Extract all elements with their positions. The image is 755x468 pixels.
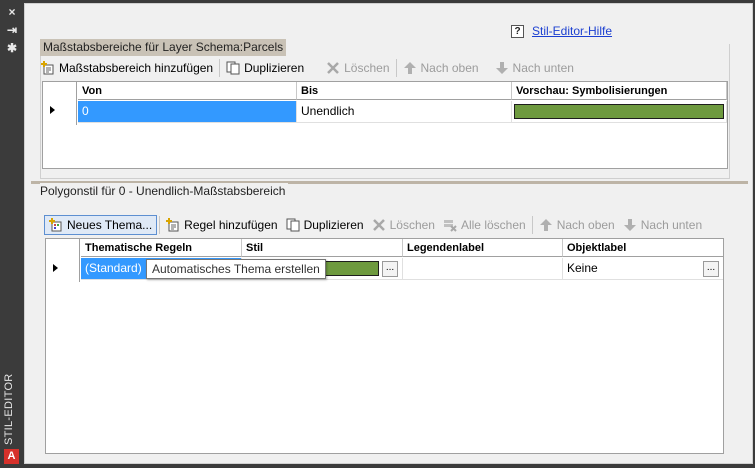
scale-to-cell[interactable]: Unendlich <box>297 101 512 123</box>
column-header-rules[interactable]: Thematische Regeln <box>81 239 242 257</box>
close-icon[interactable]: × <box>4 5 20 19</box>
toolbar-separator <box>395 59 397 77</box>
toolbar-separator <box>219 59 221 77</box>
row-selector-icon <box>53 264 58 272</box>
polygon-style-title: Polygonstil für 0 - Unendlich-Maßstabsbe… <box>40 183 289 200</box>
duplicate-scale-button[interactable]: Duplizieren <box>222 58 308 78</box>
arrow-up-icon <box>403 62 416 74</box>
delete-rule-button[interactable]: Löschen <box>368 215 439 235</box>
delete-scale-label: Löschen <box>344 61 390 75</box>
edit-style-button[interactable]: ... <box>382 261 398 277</box>
column-header-style[interactable]: Stil <box>242 239 403 257</box>
add-scale-icon <box>41 61 54 75</box>
move-up-rule-label: Nach oben <box>556 218 615 232</box>
add-rule-button[interactable]: Regel hinzufügen <box>162 215 281 235</box>
move-down-rule-label: Nach unten <box>640 218 703 232</box>
add-scale-range-label: Maßstabsbereich hinzufügen <box>59 61 214 75</box>
pin-icon[interactable]: ⇥ <box>4 23 20 37</box>
delete-all-icon <box>443 220 457 232</box>
help-link[interactable]: Stil-Editor-Hilfe <box>532 24 612 38</box>
move-up-scale-button[interactable]: Nach oben <box>399 58 483 78</box>
new-theme-label: Neues Thema... <box>67 218 153 232</box>
new-theme-icon <box>49 218 62 232</box>
scale-preview-cell[interactable] <box>512 101 727 123</box>
scale-ranges-title: Maßstabsbereiche für Layer Schema:Parcel… <box>40 39 287 56</box>
column-header-legend[interactable]: Legendenlabel <box>403 239 563 257</box>
add-scale-range-button[interactable]: Maßstabsbereich hinzufügen <box>37 58 217 78</box>
column-header-bis[interactable]: Bis <box>297 82 512 100</box>
delete-all-rules-label: Alle löschen <box>460 218 526 232</box>
arrow-down-icon <box>623 219 636 231</box>
symbol-preview-swatch <box>514 104 724 119</box>
object-label-value: Keine <box>567 261 598 275</box>
delete-rule-label: Löschen <box>389 218 435 232</box>
style-editor-panel: ? Stil-Editor-Hilfe Maßstabsbereiche für… <box>24 3 753 464</box>
delete-scale-button[interactable]: Löschen <box>322 58 393 78</box>
move-up-rule-button[interactable]: Nach oben <box>535 215 619 235</box>
scale-from-cell[interactable]: 0 <box>78 101 297 123</box>
new-theme-button[interactable]: Neues Thema... <box>44 215 158 235</box>
duplicate-icon <box>226 61 240 75</box>
row-selector-icon <box>50 106 55 114</box>
duplicate-scale-label: Duplizieren <box>244 61 305 75</box>
new-theme-tooltip: Automatisches Thema erstellen <box>146 259 326 279</box>
palette-sidebar: × ⇥ ✱ STIL-EDITOR A <box>0 0 24 468</box>
add-rule-label: Regel hinzufügen <box>184 218 278 232</box>
toolbar-separator <box>531 216 533 234</box>
move-down-rule-button[interactable]: Nach unten <box>619 215 706 235</box>
arrow-up-icon <box>539 219 552 231</box>
column-header-von[interactable]: Von <box>78 82 297 100</box>
edit-object-label-button[interactable]: ... <box>703 261 719 277</box>
arrow-down-icon <box>495 62 508 74</box>
delete-icon <box>327 62 340 74</box>
move-down-scale-button[interactable]: Nach unten <box>491 58 578 78</box>
column-header-object-label[interactable]: Objektlabel <box>563 239 723 257</box>
scale-ranges-grid: Von Bis Vorschau: Symbolisierungen 0 Une… <box>42 81 728 169</box>
settings-icon[interactable]: ✱ <box>4 41 20 55</box>
toolbar-separator <box>159 216 161 234</box>
polygon-style-toolbar: Neues Thema... Regel hinzufügen Duplizie… <box>44 214 706 236</box>
duplicate-rule-button[interactable]: Duplizieren <box>282 215 368 235</box>
add-rule-icon <box>166 218 179 232</box>
legend-label-cell[interactable] <box>403 258 563 280</box>
delete-icon <box>372 219 385 231</box>
delete-all-rules-button[interactable]: Alle löschen <box>439 215 530 235</box>
duplicate-icon <box>286 218 300 232</box>
row-header-column <box>43 82 77 125</box>
autocad-logo-icon: A <box>4 449 19 464</box>
object-label-cell[interactable]: Keine ... <box>563 258 723 280</box>
duplicate-rule-label: Duplizieren <box>303 218 364 232</box>
help-area: ? Stil-Editor-Hilfe <box>511 24 612 38</box>
move-up-scale-label: Nach oben <box>420 61 479 75</box>
row-header-column <box>46 239 80 282</box>
scale-ranges-toolbar: Maßstabsbereich hinzufügen Duplizieren L… <box>37 57 578 79</box>
column-header-preview[interactable]: Vorschau: Symbolisierungen <box>512 82 727 100</box>
help-icon[interactable]: ? <box>511 24 524 38</box>
move-down-scale-label: Nach unten <box>512 61 574 75</box>
